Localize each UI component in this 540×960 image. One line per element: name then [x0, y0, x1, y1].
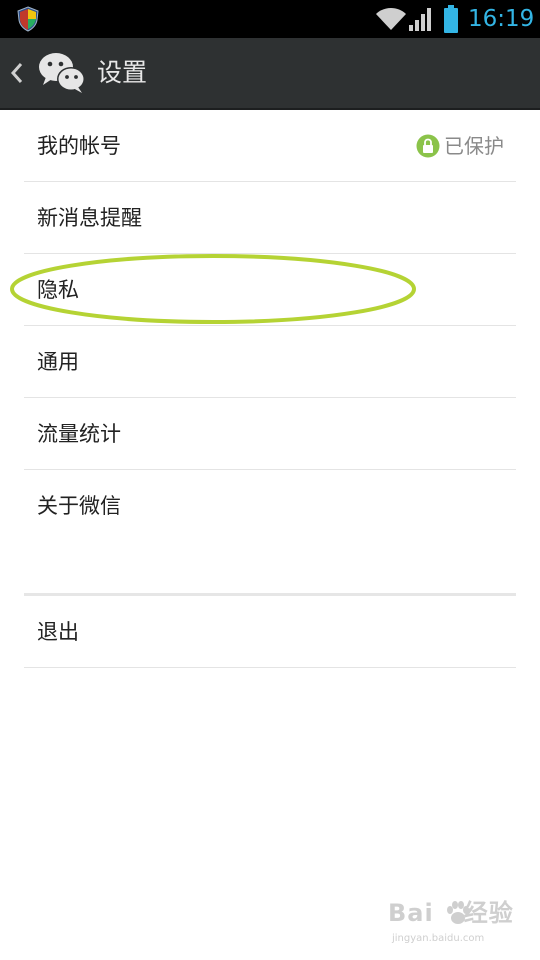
settings-item-label: 流量统计	[37, 422, 121, 446]
settings-item-notifications[interactable]: 新消息提醒	[24, 182, 516, 254]
page-title: 设置	[97, 58, 148, 87]
logout-label: 退出	[37, 620, 79, 644]
settings-item-general[interactable]: 通用	[24, 326, 516, 398]
chevron-left-icon[interactable]	[10, 62, 24, 84]
settings-item-about[interactable]: 关于微信	[24, 470, 516, 542]
paw-icon	[447, 901, 469, 924]
status-badge: 已保护	[444, 134, 504, 158]
settings-item-account[interactable]: 我的帐号 已保护	[24, 110, 516, 182]
watermark-url: jingyan.baidu.com	[392, 933, 485, 944]
battery-icon	[444, 5, 458, 33]
shield-icon	[17, 6, 39, 32]
logout-button[interactable]: 退出	[24, 596, 516, 668]
signal-icon	[409, 8, 431, 31]
lock-icon	[416, 134, 440, 158]
wechat-logo-icon	[39, 53, 85, 93]
wifi-icon	[376, 8, 406, 30]
account-status: 已保护	[416, 132, 504, 160]
settings-item-label: 关于微信	[37, 494, 121, 518]
settings-item-privacy[interactable]: 隐私	[24, 254, 516, 326]
watermark: Bai 经验 jingyan.baidu.com	[388, 898, 518, 950]
settings-item-data-usage[interactable]: 流量统计	[24, 398, 516, 470]
status-time: 16:19	[468, 6, 535, 32]
action-bar: 设置	[0, 38, 540, 110]
settings-item-label: 通用	[37, 350, 79, 374]
status-bar: 16:19	[0, 0, 540, 38]
settings-item-label: 我的帐号	[37, 134, 121, 158]
group-divider	[24, 542, 516, 596]
settings-item-label: 隐私	[37, 278, 79, 302]
settings-list: 我的帐号 已保护 新消息提醒 隐私 通用 流量统计 关于微信 退出	[0, 110, 540, 668]
settings-item-label: 新消息提醒	[37, 206, 142, 230]
